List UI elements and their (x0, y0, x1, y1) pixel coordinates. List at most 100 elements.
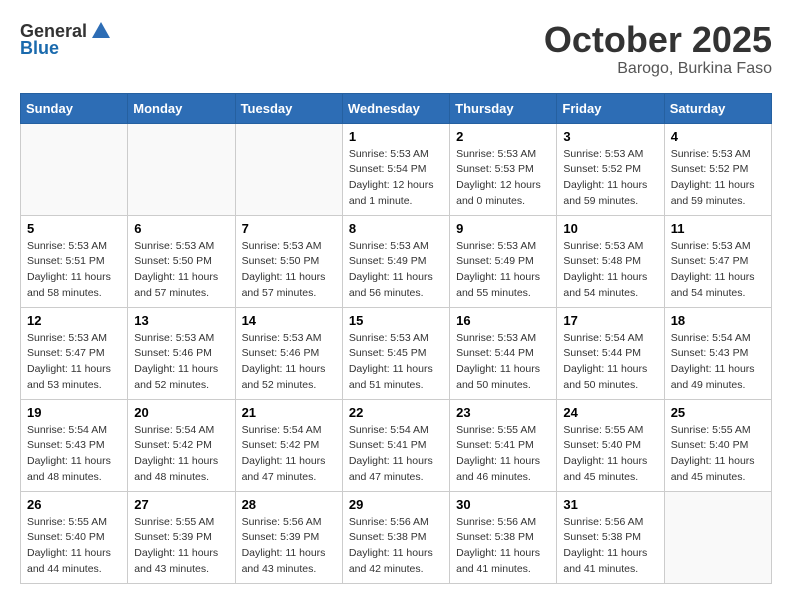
day-info: Sunrise: 5:53 AM Sunset: 5:50 PM Dayligh… (134, 239, 228, 302)
day-info: Sunrise: 5:53 AM Sunset: 5:47 PM Dayligh… (671, 239, 765, 302)
day-number: 26 (27, 497, 121, 512)
calendar-cell (664, 491, 771, 583)
day-info: Sunrise: 5:55 AM Sunset: 5:39 PM Dayligh… (134, 515, 228, 578)
calendar-cell (21, 123, 128, 215)
calendar-cell: 3Sunrise: 5:53 AM Sunset: 5:52 PM Daylig… (557, 123, 664, 215)
day-info: Sunrise: 5:55 AM Sunset: 5:41 PM Dayligh… (456, 423, 550, 486)
calendar-week-row: 19 Sunrise: 5:54 AM Sunset: 5:43 PM Dayli… (21, 399, 772, 491)
day-info: Sunrise: 5:53 AM Sunset: 5:49 PM Dayligh… (349, 239, 443, 302)
day-info: Sunrise: 5:53 AM Sunset: 5:45 PM Dayligh… (349, 331, 443, 394)
calendar-week-row: 12 Sunrise: 5:53 AM Sunset: 5:47 PM Dayli… (21, 307, 772, 399)
day-number: 24 (563, 405, 657, 420)
calendar-cell: 2Sunrise: 5:53 AM Sunset: 5:53 PM Daylig… (450, 123, 557, 215)
day-info: Sunrise: 5:54 AM Sunset: 5:42 PM Dayligh… (242, 423, 336, 486)
day-info: Sunrise: 5:53 AM Sunset: 5:52 PM Dayligh… (671, 147, 765, 210)
day-number: 21 (242, 405, 336, 420)
calendar-week-row: 1 Sunrise: 5:53 AM Sunset: 5:54 PM Daylig… (21, 123, 772, 215)
day-number: 30 (456, 497, 550, 512)
calendar-cell: 14 Sunrise: 5:53 AM Sunset: 5:46 PM Dayli… (235, 307, 342, 399)
day-number: 8 (349, 221, 443, 236)
calendar-cell: 23Sunrise: 5:55 AM Sunset: 5:41 PM Dayli… (450, 399, 557, 491)
day-info: Sunrise: 5:56 AM Sunset: 5:38 PM Dayligh… (349, 515, 443, 578)
logo-icon (90, 20, 112, 42)
calendar-cell: 16 Sunrise: 5:53 AM Sunset: 5:44 PM Dayli… (450, 307, 557, 399)
calendar-cell (128, 123, 235, 215)
calendar-cell: 8 Sunrise: 5:53 AM Sunset: 5:49 PM Daylig… (342, 215, 449, 307)
location: Barogo, Burkina Faso (544, 60, 772, 78)
weekday-header: Friday (557, 93, 664, 123)
day-info: Sunrise: 5:53 AM Sunset: 5:46 PM Dayligh… (134, 331, 228, 394)
calendar-cell: 19 Sunrise: 5:54 AM Sunset: 5:43 PM Dayli… (21, 399, 128, 491)
day-number: 1 (349, 129, 443, 144)
day-info: Sunrise: 5:53 AM Sunset: 5:48 PM Dayligh… (563, 239, 657, 302)
day-info: Sunrise: 5:53 AM Sunset: 5:47 PM Dayligh… (27, 331, 121, 394)
calendar-cell: 26 Sunrise: 5:55 AM Sunset: 5:40 PM Dayli… (21, 491, 128, 583)
day-info: Sunrise: 5:55 AM Sunset: 5:40 PM Dayligh… (671, 423, 765, 486)
day-number: 16 (456, 313, 550, 328)
calendar-cell: 1 Sunrise: 5:53 AM Sunset: 5:54 PM Daylig… (342, 123, 449, 215)
day-number: 11 (671, 221, 765, 236)
day-info: Sunrise: 5:54 AM Sunset: 5:44 PM Dayligh… (563, 331, 657, 394)
day-number: 27 (134, 497, 228, 512)
calendar-cell: 9Sunrise: 5:53 AM Sunset: 5:49 PM Daylig… (450, 215, 557, 307)
calendar-cell: 27 Sunrise: 5:55 AM Sunset: 5:39 PM Dayli… (128, 491, 235, 583)
day-number: 12 (27, 313, 121, 328)
calendar-cell: 13 Sunrise: 5:53 AM Sunset: 5:46 PM Dayli… (128, 307, 235, 399)
calendar-cell: 21 Sunrise: 5:54 AM Sunset: 5:42 PM Dayli… (235, 399, 342, 491)
logo: General Blue (20, 20, 113, 59)
weekday-header: Saturday (664, 93, 771, 123)
day-info: Sunrise: 5:53 AM Sunset: 5:50 PM Dayligh… (242, 239, 336, 302)
day-info: Sunrise: 5:56 AM Sunset: 5:38 PM Dayligh… (456, 515, 550, 578)
day-number: 28 (242, 497, 336, 512)
day-number: 29 (349, 497, 443, 512)
day-number: 14 (242, 313, 336, 328)
day-info: Sunrise: 5:54 AM Sunset: 5:42 PM Dayligh… (134, 423, 228, 486)
calendar-cell: 22 Sunrise: 5:54 AM Sunset: 5:41 PM Dayli… (342, 399, 449, 491)
calendar-cell: 15 Sunrise: 5:53 AM Sunset: 5:45 PM Dayli… (342, 307, 449, 399)
day-info: Sunrise: 5:53 AM Sunset: 5:51 PM Dayligh… (27, 239, 121, 302)
calendar-cell: 12 Sunrise: 5:53 AM Sunset: 5:47 PM Dayli… (21, 307, 128, 399)
day-info: Sunrise: 5:53 AM Sunset: 5:46 PM Dayligh… (242, 331, 336, 394)
day-info: Sunrise: 5:56 AM Sunset: 5:39 PM Dayligh… (242, 515, 336, 578)
calendar-cell: 31Sunrise: 5:56 AM Sunset: 5:38 PM Dayli… (557, 491, 664, 583)
calendar-cell: 24Sunrise: 5:55 AM Sunset: 5:40 PM Dayli… (557, 399, 664, 491)
calendar: SundayMondayTuesdayWednesdayThursdayFrid… (20, 93, 772, 584)
calendar-cell: 29 Sunrise: 5:56 AM Sunset: 5:38 PM Dayli… (342, 491, 449, 583)
day-number: 5 (27, 221, 121, 236)
day-number: 18 (671, 313, 765, 328)
calendar-cell: 5 Sunrise: 5:53 AM Sunset: 5:51 PM Daylig… (21, 215, 128, 307)
day-number: 19 (27, 405, 121, 420)
calendar-cell: 6Sunrise: 5:53 AM Sunset: 5:50 PM Daylig… (128, 215, 235, 307)
day-number: 31 (563, 497, 657, 512)
calendar-cell: 30 Sunrise: 5:56 AM Sunset: 5:38 PM Dayli… (450, 491, 557, 583)
day-info: Sunrise: 5:55 AM Sunset: 5:40 PM Dayligh… (27, 515, 121, 578)
calendar-cell: 20 Sunrise: 5:54 AM Sunset: 5:42 PM Dayli… (128, 399, 235, 491)
day-info: Sunrise: 5:54 AM Sunset: 5:41 PM Dayligh… (349, 423, 443, 486)
calendar-cell: 17 Sunrise: 5:54 AM Sunset: 5:44 PM Dayli… (557, 307, 664, 399)
calendar-week-row: 5 Sunrise: 5:53 AM Sunset: 5:51 PM Daylig… (21, 215, 772, 307)
calendar-cell: 18Sunrise: 5:54 AM Sunset: 5:43 PM Dayli… (664, 307, 771, 399)
weekday-header-row: SundayMondayTuesdayWednesdayThursdayFrid… (21, 93, 772, 123)
day-number: 25 (671, 405, 765, 420)
day-number: 10 (563, 221, 657, 236)
day-info: Sunrise: 5:54 AM Sunset: 5:43 PM Dayligh… (27, 423, 121, 486)
day-info: Sunrise: 5:53 AM Sunset: 5:52 PM Dayligh… (563, 147, 657, 210)
day-number: 17 (563, 313, 657, 328)
day-info: Sunrise: 5:53 AM Sunset: 5:53 PM Dayligh… (456, 147, 550, 210)
weekday-header: Sunday (21, 93, 128, 123)
day-number: 13 (134, 313, 228, 328)
day-info: Sunrise: 5:53 AM Sunset: 5:54 PM Dayligh… (349, 147, 443, 210)
weekday-header: Tuesday (235, 93, 342, 123)
day-number: 7 (242, 221, 336, 236)
day-number: 20 (134, 405, 228, 420)
month-title: October 2025 (544, 20, 772, 60)
calendar-week-row: 26 Sunrise: 5:55 AM Sunset: 5:40 PM Dayli… (21, 491, 772, 583)
day-number: 4 (671, 129, 765, 144)
day-number: 22 (349, 405, 443, 420)
calendar-cell: 25 Sunrise: 5:55 AM Sunset: 5:40 PM Dayli… (664, 399, 771, 491)
day-info: Sunrise: 5:53 AM Sunset: 5:44 PM Dayligh… (456, 331, 550, 394)
page-header: General Blue October 2025 Barogo, Burkin… (20, 20, 772, 78)
calendar-cell: 7 Sunrise: 5:53 AM Sunset: 5:50 PM Daylig… (235, 215, 342, 307)
day-number: 15 (349, 313, 443, 328)
calendar-cell: 4 Sunrise: 5:53 AM Sunset: 5:52 PM Daylig… (664, 123, 771, 215)
